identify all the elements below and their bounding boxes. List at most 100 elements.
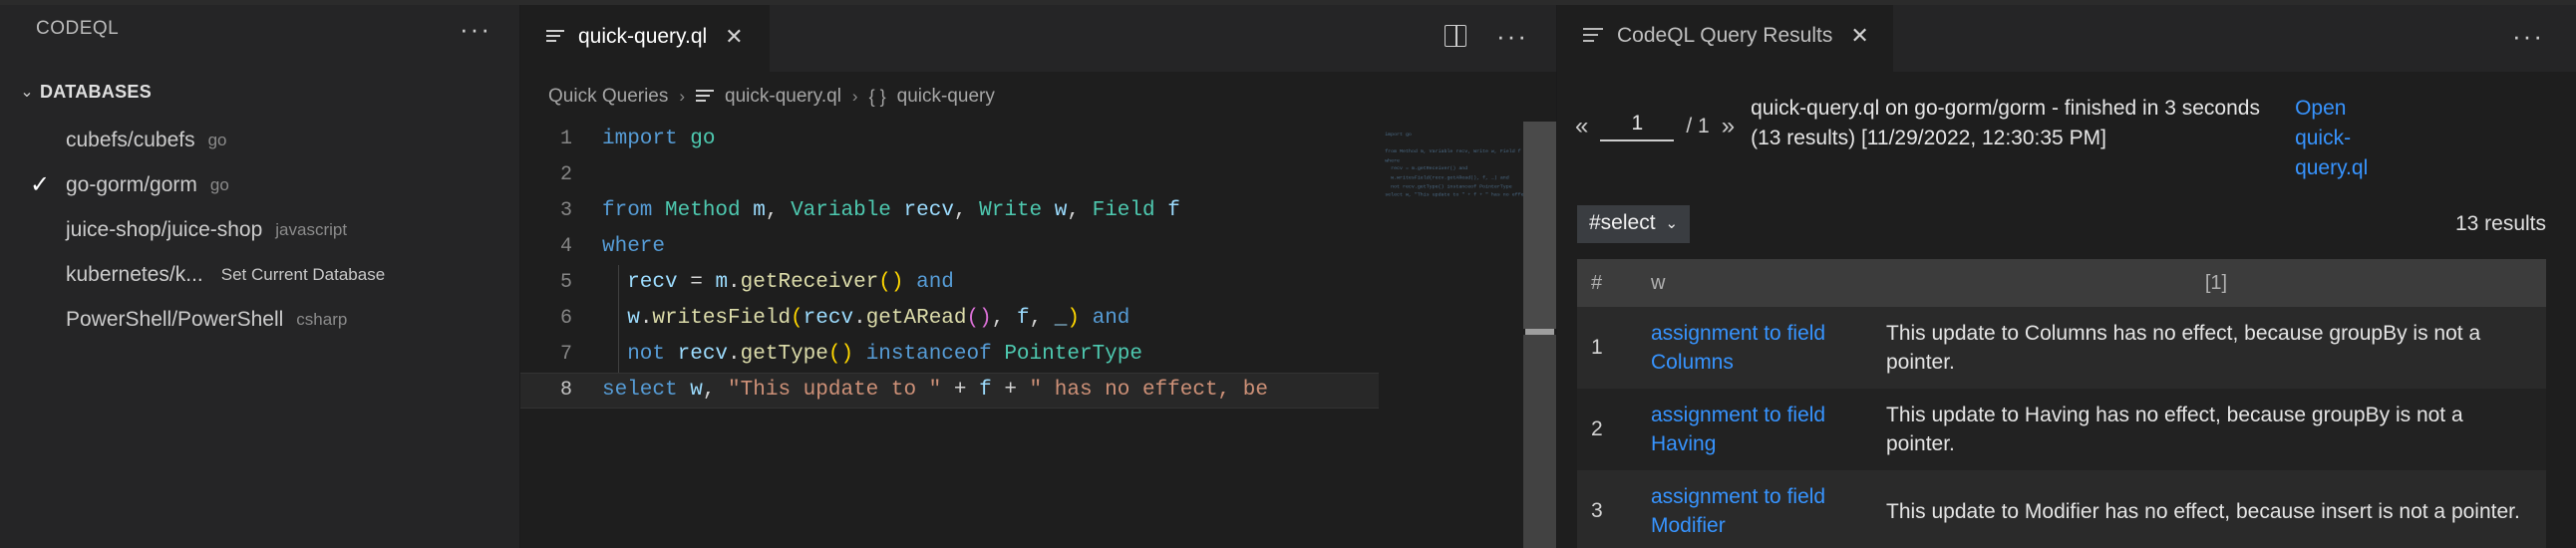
results-table-body: 1 assignment to field Columns This update … (1577, 307, 2546, 548)
code-token: . (728, 343, 741, 366)
code-line-text: not recv.getType() instanceof PointerTyp… (594, 337, 1142, 373)
table-row[interactable]: 1 assignment to field Columns This update … (1577, 307, 2546, 389)
column-header-message[interactable]: [1] (1886, 259, 2546, 307)
results-tab-filler (1892, 0, 2509, 72)
open-query-file-link[interactable]: Open quick-query.ql (2295, 90, 2395, 183)
database-item[interactable]: juice-shop/juice-shop javascript (0, 207, 519, 252)
editor-more-actions-icon[interactable]: ··· (1492, 23, 1532, 49)
split-editor-icon[interactable] (1445, 25, 1467, 47)
breadcrumb-item-symbol[interactable]: quick-query (897, 86, 995, 108)
database-list: cubefs/cubefs go ✓ go-gorm/gorm go juice-shop… (0, 118, 519, 342)
database-item-language: go (209, 174, 229, 194)
code-line-text: from Method m, Variable recv, Write w, F… (594, 193, 1180, 229)
chevron-down-icon: ⌄ (1665, 215, 1679, 232)
code-token: w (690, 379, 703, 402)
database-item-action-hint[interactable]: Set Current Database (221, 265, 385, 285)
code-editor[interactable]: 1 import go 2 3 from Method m, Variable recv… (520, 122, 1556, 548)
code-token: m (740, 199, 766, 222)
code-token: " has no effect, be (1029, 379, 1268, 402)
previous-page-icon[interactable]: « (1575, 113, 1588, 140)
database-item[interactable]: ✓ go-gorm/gorm go (0, 162, 519, 207)
breadcrumb-item-quick-queries[interactable]: Quick Queries (548, 86, 668, 108)
breadcrumb: Quick Queries › quick-query.ql › { } qui… (520, 72, 1556, 122)
result-location-link[interactable]: assignment to field Modifier (1651, 485, 1825, 537)
sidebar-section-label: DATABASES (40, 81, 153, 102)
close-icon[interactable]: ✕ (1846, 23, 1872, 49)
line-number: 5 (559, 271, 572, 294)
code-line[interactable]: 5 recv = m.getReceiver() and (520, 265, 1556, 301)
line-number: 8 (559, 379, 572, 402)
tab-quick-query-ql[interactable]: quick-query.ql ✕ (520, 0, 770, 72)
database-item-name: juice-shop/juice-shop (66, 217, 263, 241)
results-summary-bar: « / 1 » quick-query.ql on go-gorm/gorm -… (1557, 72, 2576, 183)
file-lines-icon (546, 29, 564, 45)
page-number-input[interactable] (1600, 112, 1675, 141)
column-header-w[interactable]: w (1637, 259, 1886, 307)
row-index: 2 (1591, 417, 1603, 440)
results-table: # w [1] 1 assignment to field Columns This… (1577, 259, 2546, 548)
code-token: + (991, 379, 1030, 402)
sidebar-more-actions-icon[interactable]: ··· (456, 16, 495, 42)
code-line[interactable]: 8 select w, "This update to " + f + " has… (520, 373, 1556, 409)
database-item[interactable]: PowerShell/PowerShell csharp (0, 297, 519, 342)
chevron-down-icon: ⌄ (20, 84, 34, 101)
table-row[interactable]: 2 assignment to field Having This update t… (1577, 389, 2546, 470)
code-line[interactable]: 4 where (520, 229, 1556, 265)
code-token: recv (602, 271, 678, 294)
result-location-link[interactable]: assignment to field Having (1651, 404, 1825, 455)
code-line[interactable]: 6 w.writesField(recv.getARead(), f, _) a… (520, 301, 1556, 337)
code-token: f (979, 379, 992, 402)
code-token: Field (1092, 199, 1155, 222)
code-token: select (602, 379, 691, 402)
column-header-index[interactable]: # (1577, 259, 1637, 307)
database-item-language: javascript (275, 219, 348, 239)
code-line[interactable]: 2 (520, 157, 1556, 193)
close-icon[interactable]: ✕ (721, 24, 747, 50)
editor-pane: quick-query.ql ✕ ··· Quick Queries › qui… (520, 0, 1557, 548)
results-table-head: # w [1] (1577, 259, 2546, 307)
code-token: import (602, 128, 691, 150)
next-page-icon[interactable]: » (1722, 113, 1735, 140)
code-line[interactable]: 3 from Method m, Variable recv, Write w, … (520, 193, 1556, 229)
file-lines-icon (1583, 27, 1603, 45)
code-token: . (728, 271, 741, 294)
database-item-name: PowerShell/PowerShell (66, 307, 284, 331)
scrollbar-thumb[interactable] (1523, 122, 1556, 329)
code-token: and (1080, 307, 1130, 330)
results-pager: « / 1 » (1575, 90, 1735, 141)
scrollbar-track-lower[interactable] (1523, 335, 1556, 548)
breadcrumb-separator: › (679, 87, 686, 106)
result-set-label: #select (1589, 211, 1656, 234)
code-line-text: recv = m.getReceiver() and (594, 265, 954, 301)
results-tab-actions: ··· (2508, 0, 2576, 72)
code-token: w (1042, 199, 1068, 222)
database-item[interactable]: kubernetes/k... Set Current Database (0, 252, 519, 297)
sidebar-section-databases[interactable]: ⌄ DATABASES (0, 72, 519, 112)
code-token: f (1016, 307, 1030, 330)
breadcrumb-item-file[interactable]: quick-query.ql (725, 86, 841, 108)
codeql-sidebar: CODEQL ··· ⌄ DATABASES cubefs/cubefs go ✓ g… (0, 0, 520, 548)
result-location-link[interactable]: assignment to field Columns (1651, 322, 1825, 374)
code-token: () (827, 343, 854, 366)
code-token: , (765, 199, 792, 222)
editor-vertical-scrollbar[interactable] (1523, 122, 1556, 548)
code-line[interactable]: 1 import go (520, 122, 1556, 157)
result-set-dropdown[interactable]: #select ⌄ (1577, 205, 1691, 243)
tab-codeql-query-results[interactable]: CodeQL Query Results ✕ (1557, 0, 1893, 72)
database-item-name: cubefs/cubefs (66, 128, 195, 151)
vscode-window: CODEQL ··· ⌄ DATABASES cubefs/cubefs go ✓ g… (0, 0, 2576, 548)
database-item[interactable]: cubefs/cubefs go (0, 118, 519, 162)
database-item-language: go (207, 130, 227, 149)
code-token: + (941, 379, 980, 402)
editor-tab-actions: ··· (1445, 0, 1556, 72)
results-tab-bar: CodeQL Query Results ✕ ··· (1557, 0, 2576, 72)
code-token: from (602, 199, 666, 222)
code-line[interactable]: 7 not recv.getType() instanceof PointerT… (520, 337, 1556, 373)
table-row[interactable]: 3 assignment to field Modifier This update… (1577, 470, 2546, 548)
tab-bar-filler (769, 0, 1446, 72)
line-number: 7 (559, 343, 572, 366)
results-more-actions-icon[interactable]: ··· (2508, 23, 2548, 49)
code-token: recv (677, 343, 729, 366)
code-token: Variable (791, 199, 891, 222)
code-token: getARead (865, 307, 967, 330)
